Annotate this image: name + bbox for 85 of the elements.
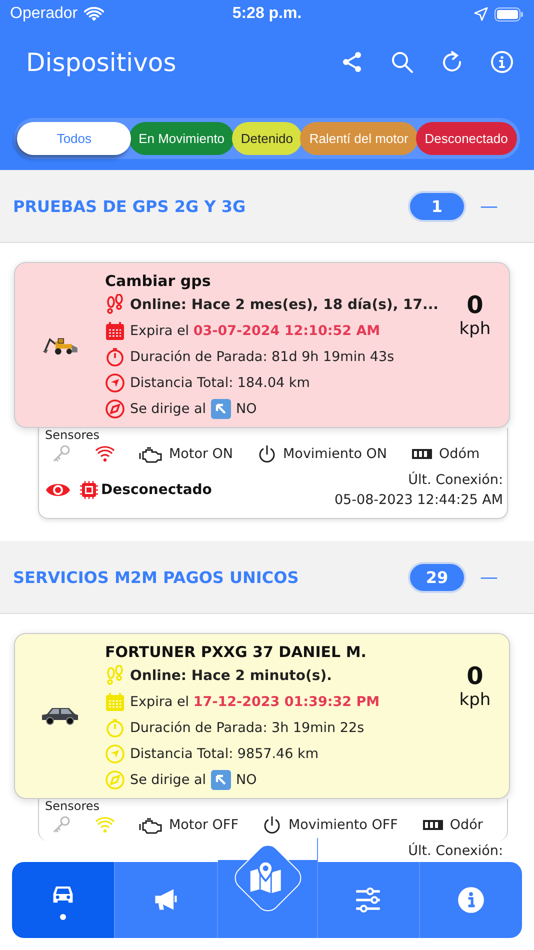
stop-text: Duración de Parada: 81d 9h 19min 43s <box>130 348 394 364</box>
key-icon <box>51 815 71 835</box>
filter-tab[interactable]: Detenido <box>232 122 302 155</box>
sensor-text: Movimiento OFF <box>288 817 398 833</box>
expiry-text: Expira el 17-12-2023 01:39:32 PM <box>130 694 380 710</box>
distance-text: Distancia Total: 184.04 km <box>130 374 310 390</box>
count-badge: 29 <box>408 562 466 592</box>
footprints-icon <box>105 664 125 686</box>
odometer-icon <box>422 819 444 831</box>
clock-time: 5:28 p.m. <box>232 5 302 23</box>
filter-tab[interactable]: Todos <box>17 122 132 155</box>
online-text: Online: Hace 2 minuto(s). <box>130 668 332 684</box>
filter-tab[interactable]: Ralentí del motor <box>300 122 418 155</box>
tab-button[interactable] <box>12 862 115 938</box>
heading-text: Se dirige al <box>130 400 206 416</box>
carrier-name: Operador <box>10 5 78 23</box>
compass-icon <box>105 770 125 790</box>
device-card[interactable]: Cambiar gps Online: Hace 2 mes(es), 18 día(s), 17... Expira el 03-07-2024 12:10:52 AM Duración de Parada: 81d 9h 19min 43s Distancia Total: 184.04 km Se dirige al NO 0 kph <box>14 262 510 428</box>
filter-tab[interactable]: Desconectado <box>416 122 518 155</box>
tab-button[interactable] <box>420 862 522 938</box>
arrow-up-left-icon <box>210 770 231 790</box>
search-icon[interactable] <box>390 50 414 74</box>
page-title: Dispositivos <box>26 48 176 76</box>
info-icon <box>457 886 486 914</box>
sensor-text: Odóm <box>439 446 480 462</box>
group-title: SERVICIOS M2M PAGOS UNICOS <box>13 568 299 586</box>
device-card[interactable]: FORTUNER PXXG 37 DANIEL M. Online: Hace 2 minuto(s). Expira el 17-12-2023 01:39:32 PM Duración de Parada: 3h 19min 22s Distancia Total: 9857.46 km Se dirige al NO 0 kph <box>14 633 510 799</box>
wifi-icon <box>84 6 104 22</box>
footprints-icon <box>105 294 125 316</box>
odometer-icon <box>411 448 434 460</box>
tab-button[interactable] <box>218 838 318 938</box>
sensor-text: Movimiento ON <box>283 446 388 462</box>
tab-button[interactable] <box>318 862 420 938</box>
suv-icon <box>40 705 80 727</box>
sensors-label: Sensores <box>45 799 101 813</box>
speed-unit: kph <box>459 319 491 339</box>
calendar-icon <box>105 692 125 712</box>
group-header[interactable]: PRUEBAS DE GPS 2G Y 3G 1 — <box>0 170 534 243</box>
device-name: FORTUNER PXXG 37 DANIEL M. <box>105 643 368 661</box>
info-icon[interactable] <box>490 50 514 74</box>
engine-icon <box>139 816 163 834</box>
heading-value: NO <box>236 400 257 416</box>
count-badge: 1 <box>408 190 466 222</box>
online-text: Online: Hace 2 mes(es), 18 día(s), 17... <box>130 296 438 312</box>
key-icon <box>51 444 71 464</box>
wifi-icon <box>95 817 115 833</box>
last-connection-label: Últ. Conexión: <box>408 470 503 490</box>
arrow-up-left-icon <box>210 398 231 418</box>
collapse-toggle[interactable]: — <box>480 196 498 216</box>
group-header[interactable]: SERVICIOS M2M PAGOS UNICOS 29 — <box>0 541 534 614</box>
eye-icon <box>45 481 71 499</box>
collapse-toggle[interactable]: — <box>480 566 498 588</box>
chip-icon <box>79 480 99 500</box>
speed-value: 0 <box>466 291 484 319</box>
stopwatch-icon <box>105 718 125 738</box>
power-icon <box>262 815 282 835</box>
connection-status: Desconectado <box>101 482 212 498</box>
sensor-text: Motor ON <box>169 446 234 462</box>
power-icon <box>257 444 278 464</box>
heading-text: Se dirige al <box>130 772 206 788</box>
distance-text: Distancia Total: 9857.46 km <box>130 746 318 762</box>
share-icon[interactable] <box>340 50 364 74</box>
tab-button[interactable] <box>114 862 218 938</box>
last-connection-time: 05-08-2023 12:44:25 AM <box>334 491 503 510</box>
wifi-icon <box>95 446 115 462</box>
last-connection-label: Últ. Conexión: <box>408 842 503 861</box>
expiry-text: Expira el 03-07-2024 12:10:52 AM <box>130 322 380 338</box>
battery-icon <box>494 6 524 22</box>
engine-icon <box>139 445 163 463</box>
sensor-text: Motor OFF <box>169 817 238 833</box>
speed-unit: kph <box>459 690 491 710</box>
stopwatch-icon <box>105 346 125 366</box>
filter-tab[interactable]: En Movimiento <box>129 122 234 155</box>
sliders-icon <box>354 886 382 914</box>
speed-value: 0 <box>466 662 484 690</box>
group-title: PRUEBAS DE GPS 2G Y 3G <box>13 196 246 216</box>
stop-text: Duración de Parada: 3h 19min 22s <box>130 720 364 736</box>
refresh-icon[interactable] <box>440 50 464 74</box>
calendar-icon <box>105 320 125 340</box>
device-name: Cambiar gps <box>105 272 212 290</box>
location-arrow-icon <box>474 7 488 21</box>
compass-icon <box>105 398 125 418</box>
heading-value: NO <box>236 772 257 788</box>
sensors-label: Sensores <box>45 428 101 442</box>
sensor-text: Odór <box>450 817 483 833</box>
